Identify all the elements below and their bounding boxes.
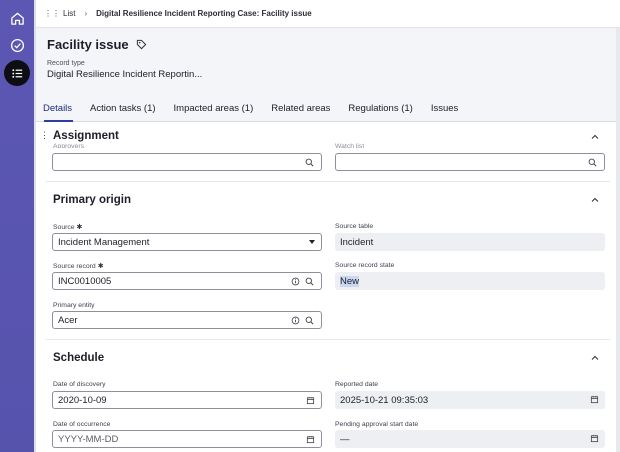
drag-handle-icon[interactable]: ⋮ [40, 131, 49, 140]
calendar-icon [590, 434, 599, 443]
tag-icon[interactable] [136, 39, 147, 50]
source-record-label: Source record ✱ [53, 263, 104, 270]
record-header: Facility issue Record type Digital Resil… [36, 28, 620, 122]
source-table-value: Incident [340, 236, 374, 248]
caret-down-icon[interactable] [309, 240, 315, 244]
chevron-up-icon[interactable] [590, 195, 600, 205]
date-of-discovery-field[interactable]: 2020-10-09 [52, 391, 322, 409]
left-nav-rail [0, 0, 34, 452]
breadcrumb-list-link[interactable]: List [63, 9, 75, 18]
source-record-field[interactable]: INC0010005 [52, 272, 322, 290]
source-record-value: INC0010005 [58, 275, 112, 287]
tab-related-areas[interactable]: Related areas [262, 93, 339, 122]
record-type-value: Digital Resilience Incident Reportin... [47, 69, 203, 80]
details-content: ⋮ Assignment Approvers Watch list Primar… [36, 123, 620, 452]
section-divider [46, 339, 610, 340]
page-title: Facility issue [47, 37, 147, 52]
chevron-right-icon: › [84, 9, 88, 18]
home-icon[interactable] [7, 8, 27, 28]
section-title-primary-origin: Primary origin [53, 194, 131, 206]
reported-date-field: 2025-10-21 09:35:03 [335, 391, 605, 409]
scrollbar[interactable] [616, 28, 620, 452]
source-record-state-field: New [335, 272, 605, 290]
primary-entity-label: Primary entity [53, 302, 95, 309]
section-title-assignment: Assignment [53, 130, 119, 142]
calendar-icon[interactable] [306, 435, 315, 444]
source-table-field: Incident [335, 233, 605, 251]
record-tabs: Details Action tasks (1) Impacted areas … [36, 93, 467, 122]
info-icon[interactable] [291, 277, 300, 286]
search-icon[interactable] [588, 158, 597, 167]
check-circle-icon[interactable] [7, 35, 27, 55]
tab-issues[interactable]: Issues [422, 93, 467, 122]
calendar-icon [590, 395, 599, 404]
search-icon[interactable] [305, 158, 314, 167]
tab-impacted-areas[interactable]: Impacted areas (1) [165, 93, 263, 122]
main-panel: ⋮⋮ List › Digital Resilience Incident Re… [36, 0, 620, 452]
reported-date-label: Reported date [335, 381, 379, 388]
approvers-label: Approvers [53, 143, 84, 148]
tab-details[interactable]: Details [36, 93, 81, 122]
date-of-occurrence-field[interactable]: YYYY-MM-DD [52, 430, 322, 448]
source-select[interactable]: Incident Management [52, 233, 322, 251]
pending-approval-value: — [340, 433, 350, 445]
primary-entity-field[interactable]: Acer [52, 311, 322, 329]
source-record-state-value: New [340, 275, 360, 287]
info-icon[interactable] [291, 316, 300, 325]
reported-date-value: 2025-10-21 09:35:03 [340, 394, 429, 406]
source-record-state-label: Source record state [335, 262, 395, 269]
section-title-schedule: Schedule [53, 352, 105, 364]
search-icon[interactable] [305, 316, 314, 325]
search-icon[interactable] [305, 277, 314, 286]
date-of-occurrence-label: Date of occurrence [53, 421, 111, 428]
chevron-up-icon[interactable] [590, 132, 600, 142]
tab-action-tasks[interactable]: Action tasks (1) [81, 93, 164, 122]
pending-approval-label: Pending approval start date [335, 421, 419, 428]
approvers-field[interactable] [52, 153, 322, 171]
date-of-discovery-value: 2020-10-09 [58, 394, 107, 406]
date-of-discovery-label: Date of discovery [53, 381, 106, 388]
record-type-label: Record type [47, 60, 85, 67]
watch-list-label: Watch list [335, 143, 365, 148]
chevron-up-icon[interactable] [590, 353, 600, 363]
record-title: Facility issue [47, 37, 129, 52]
source-label: Source ✱ [53, 224, 83, 231]
watch-list-field[interactable] [335, 153, 605, 171]
pending-approval-field: — [335, 430, 605, 448]
section-divider [46, 181, 610, 182]
primary-entity-value: Acer [58, 314, 78, 326]
source-value: Incident Management [58, 236, 150, 248]
source-table-label: Source table [335, 223, 374, 230]
tab-regulations[interactable]: Regulations (1) [339, 93, 421, 122]
calendar-icon[interactable] [306, 396, 315, 405]
list-icon[interactable] [4, 60, 30, 86]
date-of-occurrence-placeholder: YYYY-MM-DD [58, 433, 119, 445]
breadcrumb-current: Digital Resilience Incident Reporting Ca… [96, 9, 312, 18]
required-asterisk-icon: ✱ [76, 224, 83, 231]
breadcrumb: ⋮⋮ List › Digital Resilience Incident Re… [36, 0, 620, 28]
required-asterisk-icon: ✱ [97, 263, 104, 270]
list-small-icon: ⋮⋮ [44, 9, 60, 18]
